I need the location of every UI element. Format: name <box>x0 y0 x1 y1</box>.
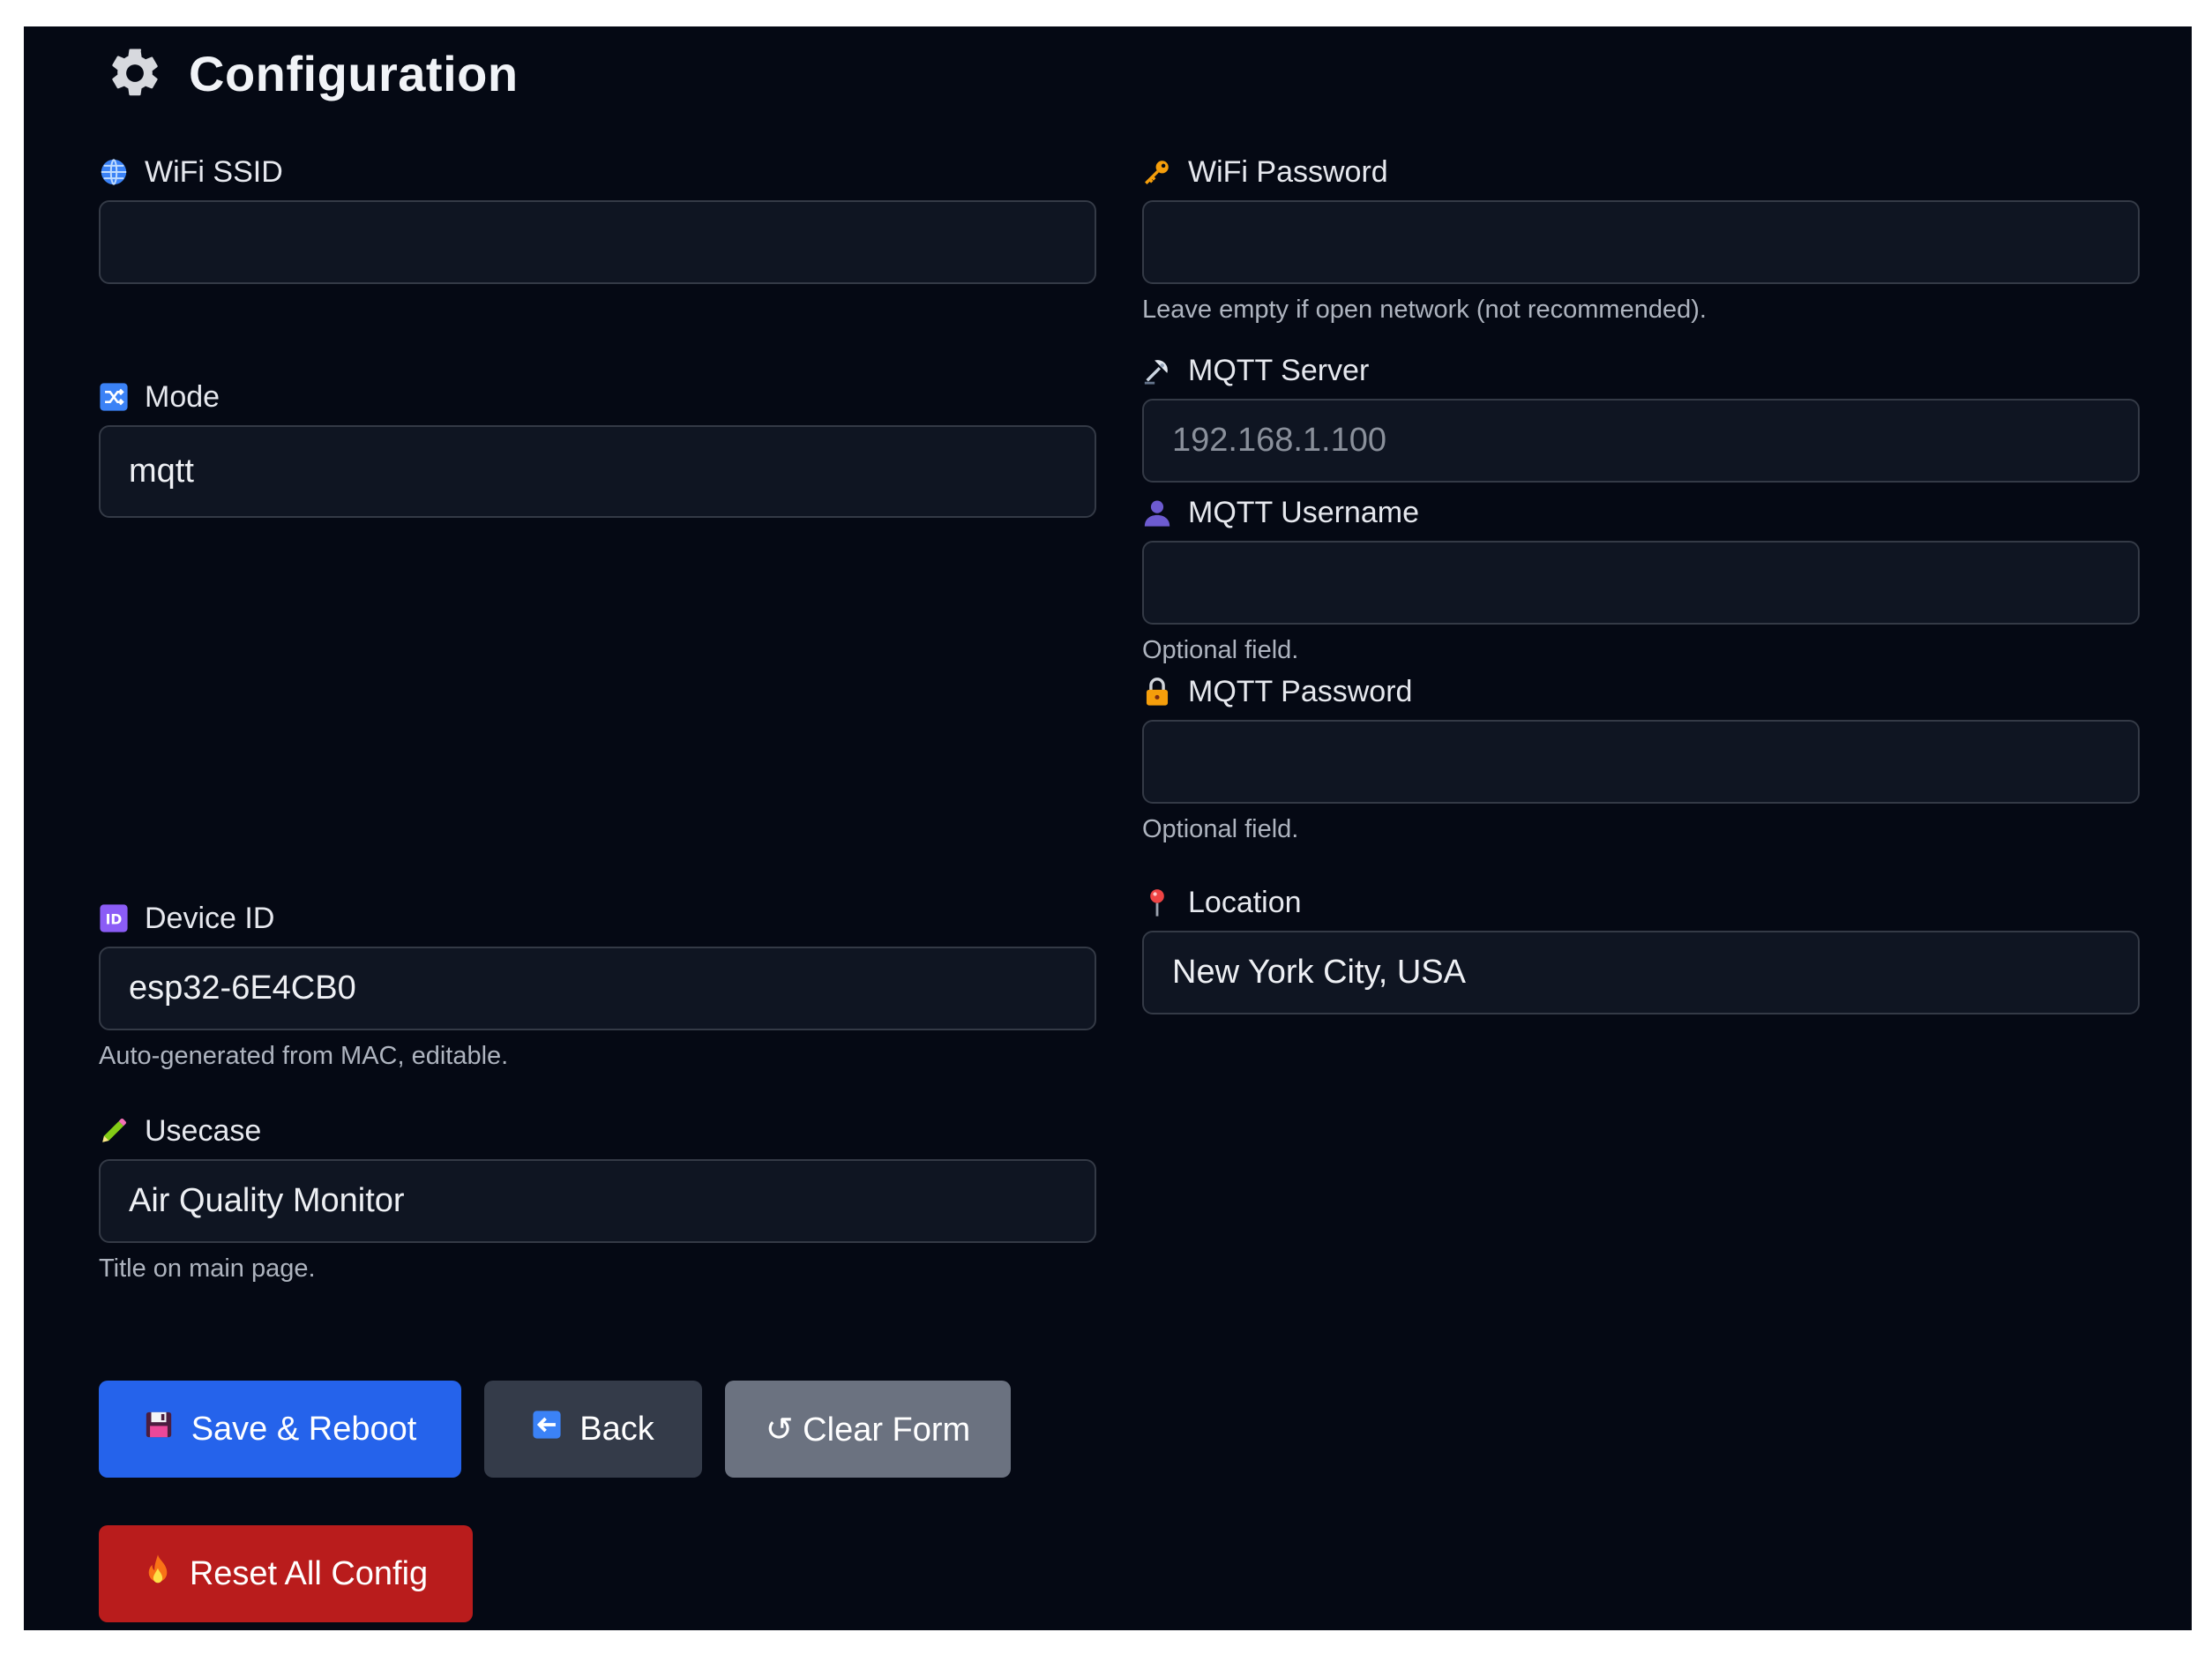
mode-select[interactable] <box>99 425 1096 518</box>
save-reboot-button[interactable]: Save & Reboot <box>99 1381 461 1478</box>
mode-label: Mode <box>145 379 220 414</box>
device-id-field: ID Device ID Auto-generated from MAC, ed… <box>99 892 1096 1071</box>
mqtt-username-help: Optional field. <box>1142 636 1299 664</box>
satellite-icon <box>1142 356 1172 386</box>
back-button[interactable]: Back <box>484 1381 702 1478</box>
mqtt-password-label: MQTT Password <box>1188 674 1413 708</box>
arrow-left-icon <box>532 1410 562 1449</box>
action-buttons: Save & Reboot Back ↺ Clear Form <box>99 1381 1011 1478</box>
globe-icon <box>99 157 129 187</box>
page-title: Configuration <box>189 45 519 101</box>
wifi-password-label: WiFi Password <box>1188 154 1388 189</box>
mqtt-username-field: MQTT Username Optional field. <box>1142 486 2140 665</box>
mqtt-password-help: Optional field. <box>1142 815 1299 843</box>
usecase-input[interactable] <box>99 1159 1096 1243</box>
mqtt-server-field: MQTT Server <box>1142 344 2140 483</box>
mode-field: Mode <box>99 371 1096 518</box>
mqtt-password-field: MQTT Password Optional field. <box>1142 665 2140 844</box>
back-label: Back <box>579 1410 654 1448</box>
clear-form-button[interactable]: ↺ Clear Form <box>725 1381 1011 1478</box>
location-input[interactable] <box>1142 931 2140 1014</box>
fire-icon <box>144 1553 172 1594</box>
key-icon <box>1142 157 1172 187</box>
usecase-label: Usecase <box>145 1113 262 1148</box>
mqtt-username-label: MQTT Username <box>1188 495 1419 529</box>
usecase-field: Usecase Title on main page. <box>99 1104 1096 1284</box>
device-id-input[interactable] <box>99 947 1096 1030</box>
pin-icon <box>1142 887 1172 917</box>
shuffle-icon <box>99 382 129 412</box>
device-id-help: Auto-generated from MAC, editable. <box>99 1042 509 1070</box>
location-label: Location <box>1188 885 1302 919</box>
mqtt-password-input[interactable] <box>1142 720 2140 804</box>
device-id-label: Device ID <box>145 901 275 935</box>
config-panel: Configuration WiFi SSID Mode mqtt ID Dev… <box>24 26 2192 1630</box>
id-icon: ID <box>99 903 129 933</box>
pencil-icon <box>99 1116 129 1146</box>
page-header: Configuration <box>106 34 519 113</box>
user-icon <box>1142 498 1172 528</box>
gear-icon <box>106 44 164 102</box>
location-field: Location <box>1142 876 2140 1014</box>
mqtt-server-input[interactable] <box>1142 399 2140 483</box>
config-form: WiFi SSID Mode ID <box>99 146 2140 1284</box>
wifi-ssid-input[interactable] <box>99 200 1096 284</box>
mqtt-username-input[interactable] <box>1142 541 2140 625</box>
usecase-help: Title on main page. <box>99 1254 316 1283</box>
mqtt-server-label: MQTT Server <box>1188 353 1370 387</box>
wifi-password-field: WiFi Password Leave empty if open networ… <box>1142 146 2140 325</box>
wifi-ssid-label: WiFi SSID <box>145 154 283 189</box>
reset-all-config-label: Reset All Config <box>189 1554 429 1592</box>
reset-all-config-button[interactable]: Reset All Config <box>99 1525 473 1622</box>
svg-text:ID: ID <box>106 911 123 927</box>
lock-icon <box>1142 677 1172 707</box>
wifi-password-input[interactable] <box>1142 200 2140 284</box>
save-reboot-label: Save & Reboot <box>191 1410 417 1448</box>
form-column-left: WiFi SSID Mode ID <box>99 146 1096 1284</box>
floppy-disk-icon <box>144 1410 174 1449</box>
wifi-password-help: Leave empty if open network (not recomme… <box>1142 296 1707 324</box>
form-column-right: WiFi Password Leave empty if open networ… <box>1142 146 2140 1014</box>
wifi-ssid-field: WiFi SSID <box>99 146 1096 284</box>
clear-form-label: ↺ Clear Form <box>765 1411 971 1449</box>
